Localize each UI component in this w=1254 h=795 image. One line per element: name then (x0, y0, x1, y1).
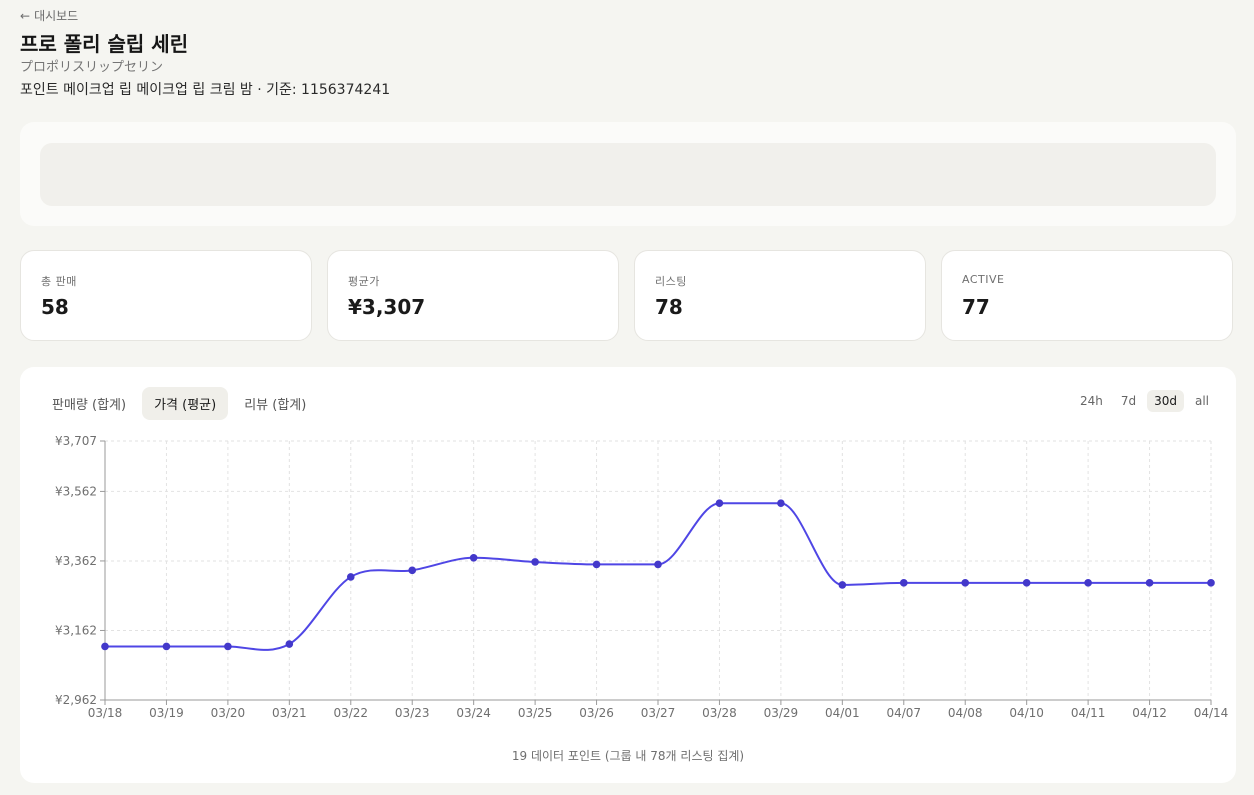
stat-value: 77 (962, 295, 990, 319)
x-tick-label: 03/21 (272, 706, 307, 720)
x-tick-label: 04/11 (1071, 706, 1106, 720)
x-tick-label: 04/07 (886, 706, 921, 720)
data-point (162, 642, 171, 651)
data-point (285, 640, 294, 648)
data-point (101, 642, 109, 651)
data-point (408, 566, 417, 575)
stat-card-total-sales: 총 판매 58 (20, 250, 312, 341)
stat-value: 58 (41, 295, 69, 319)
data-point (777, 499, 785, 508)
stat-label: 리스팅 (655, 275, 687, 288)
price-chart-card: 판매량 (합계) 가격 (평균) 리뷰 (합계) 24h 7d 30d all … (20, 367, 1236, 783)
data-point (592, 560, 601, 569)
y-tick-label: ¥3,707 (55, 434, 97, 448)
x-tick-label: 03/19 (149, 706, 184, 720)
x-tick-label: 03/23 (395, 706, 430, 720)
data-point (654, 560, 662, 569)
data-point (531, 558, 539, 566)
y-tick-label: ¥2,962 (55, 693, 97, 707)
data-point (1084, 579, 1092, 587)
x-tick-label: 04/14 (1194, 706, 1229, 720)
data-point (1207, 579, 1215, 587)
stat-value: 78 (655, 295, 683, 319)
x-tick-label: 03/20 (211, 706, 246, 720)
x-tick-label: 03/26 (579, 706, 614, 720)
x-tick-label: 04/08 (948, 706, 983, 720)
data-point (899, 579, 908, 587)
x-tick-label: 03/28 (702, 706, 737, 720)
x-tick-label: 03/24 (456, 706, 491, 720)
data-point (346, 573, 355, 581)
x-tick-label: 04/10 (1009, 706, 1044, 720)
x-tick-label: 04/01 (825, 706, 860, 720)
data-point (469, 554, 478, 562)
stat-label: 총 판매 (41, 275, 77, 288)
stat-card-listings: 리스팅 78 (634, 250, 926, 341)
data-point (1022, 579, 1031, 587)
arrow-left-icon: ← (20, 8, 31, 23)
y-tick-label: ¥3,562 (55, 484, 97, 498)
x-tick-label: 03/18 (88, 706, 123, 720)
y-tick-label: ¥3,162 (55, 623, 97, 637)
price-line-chart: ¥2,962 ¥3,162 ¥3,362 ¥3,562 ¥3,707 03/18 03/19… (55, 434, 1229, 720)
stat-label: 평균가 (348, 275, 380, 288)
stat-label: ACTIVE (962, 273, 1005, 286)
stat-card-average-price: 평균가 ¥3,307 (327, 250, 619, 341)
product-subtitle: プロポリスリップセリン (20, 60, 164, 75)
product-meta: 포인트 메이크업 립 메이크업 립 크림 밤 · 기준: 1156374241 (20, 82, 391, 98)
data-point (961, 579, 970, 587)
loading-skeleton (40, 143, 1216, 206)
data-point (224, 642, 232, 651)
chart-footer: 19 데이터 포인트 (그룹 내 78개 리스팅 집계) (511, 749, 745, 763)
y-tick-label: ¥3,362 (55, 554, 97, 568)
data-point (715, 499, 724, 508)
x-tick-label: 03/25 (518, 706, 553, 720)
data-point (1145, 579, 1154, 587)
back-to-dashboard-link[interactable]: ← 대시보드 (20, 7, 78, 24)
page-title: 프로 폴리 슬립 세린 (20, 32, 189, 56)
stat-value: ¥3,307 (348, 295, 426, 319)
x-tick-label: 03/27 (641, 706, 676, 720)
x-tick-label: 03/29 (764, 706, 799, 720)
loading-panel (20, 122, 1236, 226)
back-link-label: 대시보드 (34, 9, 79, 23)
x-tick-label: 03/22 (333, 706, 368, 720)
stat-card-active: ACTIVE 77 (941, 250, 1233, 341)
x-tick-label: 04/12 (1132, 706, 1167, 720)
data-point (838, 581, 847, 589)
